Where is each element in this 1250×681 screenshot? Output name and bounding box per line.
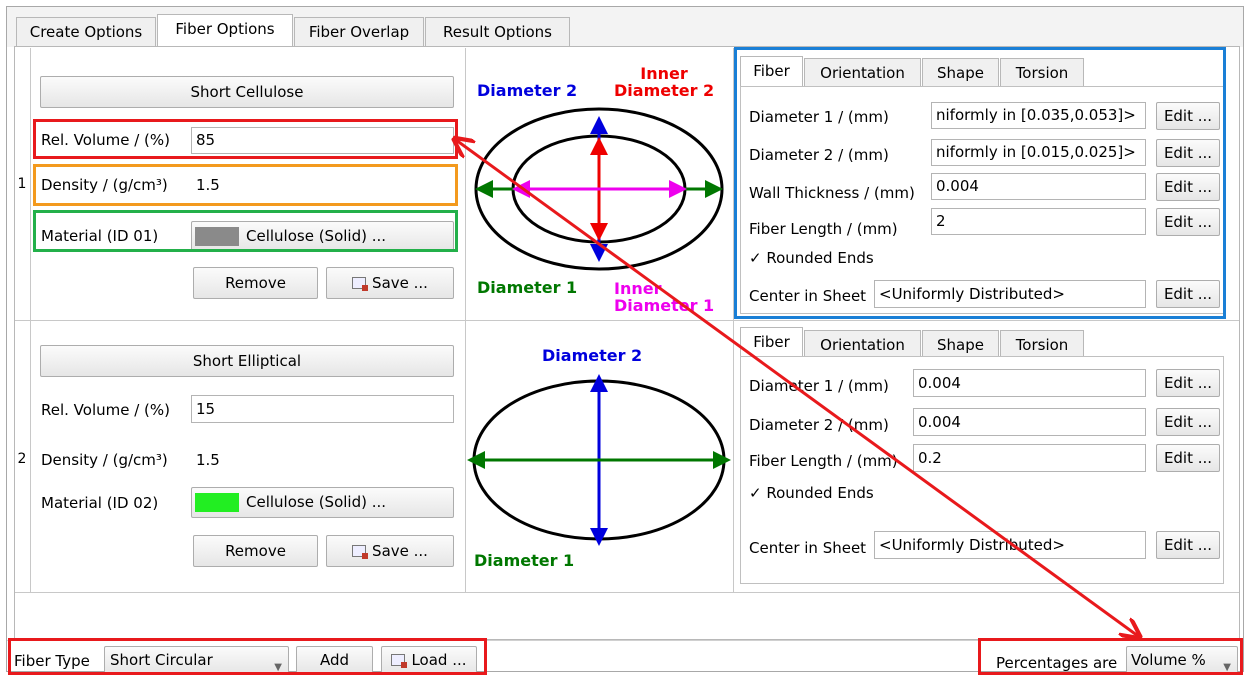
tab-fiber-overlap[interactable]: Fiber Overlap	[294, 17, 424, 47]
diameter-2-label: Diameter 2	[542, 346, 643, 365]
diameter-1-label: Diameter 1	[474, 551, 575, 570]
rounded-ends-label: Rounded Ends	[766, 484, 874, 502]
highlight-material	[33, 210, 458, 252]
edit-button[interactable]: Edit ...	[1156, 408, 1220, 436]
tab-fiber-options[interactable]: Fiber Options	[157, 14, 293, 47]
prop-label: Diameter 2 / (mm)	[749, 416, 889, 434]
inner-diameter-1-label: Inner Diameter 1	[614, 279, 715, 315]
prop-label: Diameter 1 / (mm)	[749, 377, 889, 395]
center-input[interactable]: <Uniformly Distributed>	[874, 531, 1146, 559]
material-name: Cellulose (Solid) ...	[246, 493, 387, 511]
material-color-swatch	[195, 493, 239, 512]
prop-input[interactable]: 0.004	[913, 369, 1146, 397]
tab-result-options[interactable]: Result Options	[425, 17, 570, 47]
edit-button[interactable]: Edit ...	[1156, 369, 1220, 397]
subtab-fiber[interactable]: Fiber	[740, 327, 803, 357]
diameter-1-label: Diameter 1	[477, 278, 578, 297]
row-divider	[15, 592, 1239, 593]
checkmark-icon: ✓	[749, 484, 762, 502]
row-number: 1	[17, 176, 27, 192]
remove-button[interactable]: Remove	[193, 535, 318, 567]
prop-input[interactable]: 0.004	[913, 408, 1146, 436]
remove-button[interactable]: Remove	[193, 267, 318, 299]
density-label: Density / (g/cm³)	[41, 451, 168, 469]
rounded-ends-checkbox[interactable]: ✓ Rounded Ends	[749, 484, 874, 502]
save-icon	[352, 277, 369, 291]
prop-label: Fiber Length / (mm)	[749, 452, 898, 470]
material-label: Material (ID 02)	[41, 494, 159, 512]
prop-input[interactable]: 0.2	[913, 444, 1146, 472]
edit-button[interactable]: Edit ...	[1156, 444, 1220, 472]
fiber-name-button[interactable]: Short Cellulose	[40, 76, 454, 108]
diameter-2-label: Diameter 2	[477, 81, 578, 100]
row-number: 2	[17, 451, 27, 467]
save-button-label: Save ...	[372, 542, 428, 560]
highlight-fiber-type-bar	[8, 638, 487, 675]
save-button[interactable]: Save ...	[326, 267, 454, 299]
save-icon	[352, 545, 369, 559]
density-value: 1.5	[196, 451, 220, 469]
highlight-density	[33, 164, 458, 206]
highlight-percentages	[978, 638, 1243, 675]
inner-diameter-2-label: Inner Diameter 2	[614, 64, 715, 100]
edit-button[interactable]: Edit ...	[1156, 531, 1220, 559]
highlight-fiber-props	[734, 47, 1226, 319]
save-button[interactable]: Save ...	[326, 535, 454, 567]
save-button-label: Save ...	[372, 274, 428, 292]
rel-volume-input[interactable]: 15	[191, 395, 454, 423]
fiber-name-button[interactable]: Short Elliptical	[40, 345, 454, 377]
rel-volume-label: Rel. Volume / (%)	[41, 401, 171, 419]
material-button[interactable]: Cellulose (Solid) ...	[191, 487, 454, 518]
center-label: Center in Sheet	[749, 539, 867, 557]
highlight-rel-volume	[33, 119, 458, 159]
tab-create-options[interactable]: Create Options	[16, 17, 156, 47]
